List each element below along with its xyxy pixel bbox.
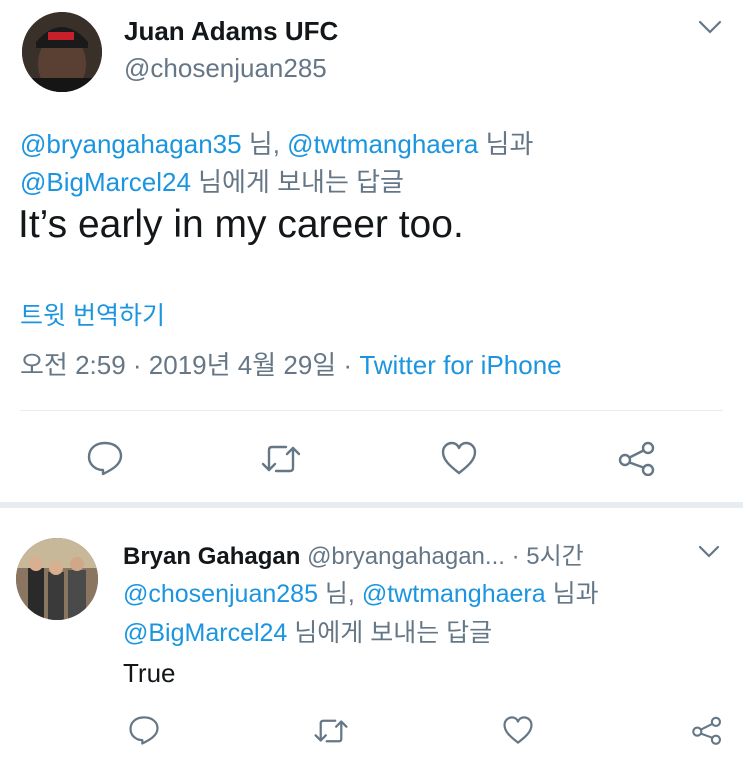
share-icon[interactable] xyxy=(690,714,724,746)
reply-separator: 님, xyxy=(317,580,362,608)
main-author-name[interactable]: Juan Adams UFC xyxy=(124,16,338,47)
main-author-handle[interactable]: @chosenjuan285 xyxy=(124,53,327,84)
mention-link[interactable]: @BigMarcel24 xyxy=(123,619,287,647)
main-author-avatar[interactable] xyxy=(22,12,102,92)
like-icon[interactable] xyxy=(502,714,534,746)
timestamp-text: 오전 2:59 · 2019년 4월 29일 · xyxy=(20,350,360,380)
reply-time[interactable]: · 5시간 xyxy=(512,543,584,570)
like-icon[interactable] xyxy=(440,440,478,476)
chevron-down-icon[interactable] xyxy=(697,544,721,560)
translate-tweet-link[interactable]: 트윗 번역하기 xyxy=(20,296,165,332)
mention-link[interactable]: @chosenjuan285 xyxy=(123,580,318,608)
reply-context: @chosenjuan285 님, @twtmanghaera 님과 @BigM… xyxy=(123,575,723,653)
reply-icon[interactable] xyxy=(86,440,124,476)
reply-author-name[interactable]: Bryan Gahagan xyxy=(123,543,300,570)
mention-link[interactable]: @bryangahagan35 xyxy=(20,129,242,159)
reply-author-avatar[interactable] xyxy=(16,538,98,620)
reply-icon[interactable] xyxy=(128,714,160,746)
reply-suffix: 님에게 보내는 답글 xyxy=(190,167,404,197)
retweet-icon[interactable] xyxy=(313,716,349,746)
reply-separator: 님과 xyxy=(545,580,599,608)
reply-author-handle[interactable]: @bryangahagan... xyxy=(307,543,505,570)
divider xyxy=(20,410,723,411)
chevron-down-icon[interactable] xyxy=(697,18,723,36)
share-icon[interactable] xyxy=(616,440,658,476)
mention-link[interactable]: @twtmanghaera xyxy=(287,129,478,159)
reply-header: Bryan Gahagan @bryangahagan... · 5시간 xyxy=(123,536,584,571)
section-separator xyxy=(0,502,743,508)
reply-separator: 님, xyxy=(241,129,288,159)
reply-separator: 님과 xyxy=(478,129,534,159)
mention-link[interactable]: @BigMarcel24 xyxy=(20,167,191,197)
reply-context: @bryangahagan35 님, @twtmanghaera 님과 @Big… xyxy=(20,125,700,201)
reply-suffix: 님에게 보내는 답글 xyxy=(287,619,493,647)
tweet-text: It’s early in my career too. xyxy=(18,203,464,246)
reply-text: True xyxy=(123,658,176,688)
tweet-timestamp: 오전 2:59 · 2019년 4월 29일 · Twitter for iPh… xyxy=(20,345,562,382)
mention-link[interactable]: @twtmanghaera xyxy=(362,580,546,608)
retweet-icon[interactable] xyxy=(260,442,302,476)
tweet-source-link[interactable]: Twitter for iPhone xyxy=(359,350,561,380)
